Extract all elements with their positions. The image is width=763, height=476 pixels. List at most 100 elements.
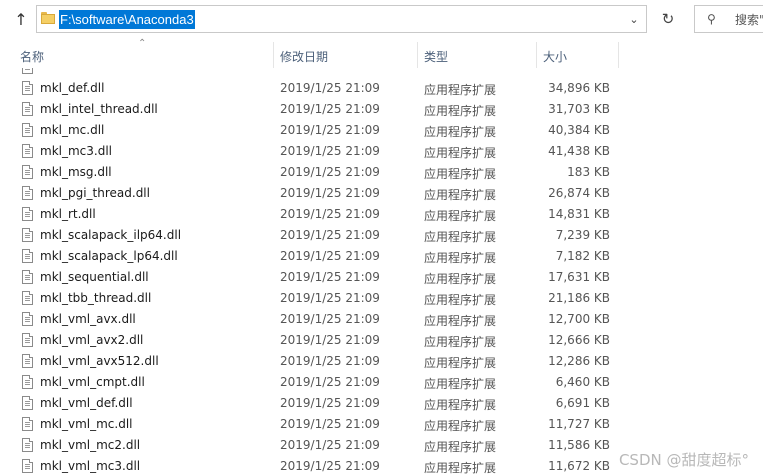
refresh-icon[interactable]: ↻ [655,5,681,33]
dll-file-icon [22,249,33,263]
column-header-type[interactable]: 类型 [424,48,448,65]
file-date: 2019/1/25 21:09 [280,375,380,389]
address-path[interactable]: F:\software\Anaconda3 [59,10,195,29]
file-row[interactable]: mkl_scalapack_lp64.dll 2019/1/25 21:09 应用程… [0,246,620,267]
file-date: 2019/1/25 21:09 [280,144,380,158]
file-name: mkl_tbb_thread.dll [40,291,152,305]
file-type: 应用程序扩展 [424,188,497,202]
file-name: mkl_vml_avx2.dll [40,333,144,347]
file-row[interactable]: mkl_sequential.dll 2019/1/25 21:09 应用程序扩展 1… [0,267,620,288]
file-size: 12,700 KB [548,312,610,326]
chevron-down-icon[interactable]: ⌄ [622,6,646,32]
file-name: mkl_mc.dll [40,123,105,137]
file-type: 应用程序扩展 [424,440,497,454]
file-name: mkl_sequential.dll [40,270,149,284]
file-type: 应用程序扩展 [424,398,497,412]
file-row[interactable]: mkl_vml_avx.dll 2019/1/25 21:09 应用程序扩展 12,7… [0,309,620,330]
file-name: mkl_rt.dll [40,207,96,221]
sort-ascending-icon: ⌃ [138,38,147,49]
file-date: 2019/1/25 21:09 [280,123,380,137]
file-type: 应用程序扩展 [424,125,497,139]
column-header: ⌃ 名称 修改日期 类型 大小 [0,38,763,68]
search-icon: ⚲ [707,12,716,26]
file-row[interactable]: mkl_vml_mc3.dll 2019/1/25 21:09 应用程序扩展 11,6… [0,456,620,476]
file-size: 17,631 KB [548,270,610,284]
file-type: 应用程序扩展 [424,293,497,307]
file-name: mkl_scalapack_ilp64.dll [40,228,182,242]
dll-file-icon [22,102,33,116]
address-bar[interactable]: F:\software\Anaconda3 ⌄ [36,5,647,33]
file-size: 21,186 KB [548,291,610,305]
file-list: mkl_... mkl_def.dll 2019/1/25 21:09 应用程序扩展 3… [0,68,763,476]
file-date: 2019/1/25 21:09 [280,249,380,263]
file-row[interactable]: mkl_vml_avx512.dll 2019/1/25 21:09 应用程序扩展 1… [0,351,620,372]
file-row[interactable]: mkl_mc.dll 2019/1/25 21:09 应用程序扩展 40,384 KB [0,120,620,141]
file-date: 2019/1/25 21:09 [280,165,380,179]
column-divider[interactable] [618,42,619,68]
column-header-size[interactable]: 大小 [543,48,567,65]
column-divider[interactable] [417,42,418,68]
file-name: mkl_scalapack_lp64.dll [40,249,178,263]
file-size: 11,727 KB [548,417,610,431]
file-name: mkl_msg.dll [40,165,112,179]
file-row[interactable]: mkl_tbb_thread.dll 2019/1/25 21:09 应用程序扩展 2… [0,288,620,309]
file-date: 2019/1/25 21:09 [280,270,380,284]
dll-file-icon [22,270,33,284]
column-header-date[interactable]: 修改日期 [280,48,328,65]
file-date: 2019/1/25 21:09 [280,438,380,452]
dll-file-icon [22,81,33,95]
file-date: 2019/1/25 21:09 [280,207,380,221]
file-row[interactable]: mkl_vml_avx2.dll 2019/1/25 21:09 应用程序扩展 12,… [0,330,620,351]
file-date: 2019/1/25 21:09 [280,354,380,368]
file-name: mkl_vml_mc.dll [40,417,133,431]
file-date: 2019/1/25 21:09 [280,291,380,305]
file-name: mkl_vml_avx.dll [40,312,136,326]
file-type: 应用程序扩展 [424,230,497,244]
file-row[interactable]: mkl_scalapack_ilp64.dll 2019/1/25 21:09 应用… [0,225,620,246]
file-size: 6,691 KB [555,396,610,410]
file-row[interactable]: mkl_pgi_thread.dll 2019/1/25 21:09 应用程序扩展 2… [0,183,620,204]
dll-file-icon [22,207,33,221]
file-name: mkl_vml_cmpt.dll [40,375,145,389]
file-size: 41,438 KB [548,144,610,158]
dll-file-icon [22,123,33,137]
file-type: 应用程序扩展 [424,209,497,223]
file-row[interactable]: mkl_... [0,68,620,78]
arrow-up-icon[interactable]: ↑ [10,8,32,30]
file-size: 34,896 KB [548,81,610,95]
column-divider[interactable] [273,42,274,68]
file-row[interactable]: mkl_vml_mc.dll 2019/1/25 21:09 应用程序扩展 11,72… [0,414,620,435]
file-row[interactable]: mkl_def.dll 2019/1/25 21:09 应用程序扩展 34,896 K… [0,78,620,99]
file-type: 应用程序扩展 [424,461,497,475]
file-date: 2019/1/25 21:09 [280,186,380,200]
file-date: 2019/1/25 21:09 [280,459,380,473]
file-name: mkl_vml_avx512.dll [40,354,159,368]
file-type: 应用程序扩展 [424,146,497,160]
dll-file-icon [22,417,33,431]
file-type: 应用程序扩展 [424,356,497,370]
file-date: 2019/1/25 21:09 [280,81,380,95]
file-row[interactable]: mkl_intel_thread.dll 2019/1/25 21:09 应用程序扩… [0,99,620,120]
search-box[interactable]: ⚲ 搜索" [694,5,763,33]
dll-file-icon [22,186,33,200]
file-size: 40,384 KB [548,123,610,137]
file-row[interactable]: mkl_rt.dll 2019/1/25 21:09 应用程序扩展 14,831 KB [0,204,620,225]
file-row[interactable]: mkl_vml_cmpt.dll 2019/1/25 21:09 应用程序扩展 6,4… [0,372,620,393]
watermark: CSDN @甜度超标° [618,451,749,469]
file-type: 应用程序扩展 [424,314,497,328]
dll-file-icon [22,375,33,389]
file-size: 11,586 KB [548,438,610,452]
file-row[interactable]: mkl_vml_def.dll 2019/1/25 21:09 应用程序扩展 6,69… [0,393,620,414]
file-date: 2019/1/25 21:09 [280,102,380,116]
file-row[interactable]: mkl_mc3.dll 2019/1/25 21:09 应用程序扩展 41,438 K… [0,141,620,162]
file-type: 应用程序扩展 [424,272,497,286]
file-row[interactable]: mkl_msg.dll 2019/1/25 21:09 应用程序扩展 183 KB [0,162,620,183]
file-name: mkl_def.dll [40,81,105,95]
file-size: 12,666 KB [548,333,610,347]
column-divider[interactable] [536,42,537,68]
file-type: 应用程序扩展 [424,335,497,349]
dll-file-icon [22,396,33,410]
column-header-name[interactable]: 名称 [20,48,44,65]
dll-file-icon [22,333,33,347]
file-row[interactable]: mkl_vml_mc2.dll 2019/1/25 21:09 应用程序扩展 11,5… [0,435,620,456]
